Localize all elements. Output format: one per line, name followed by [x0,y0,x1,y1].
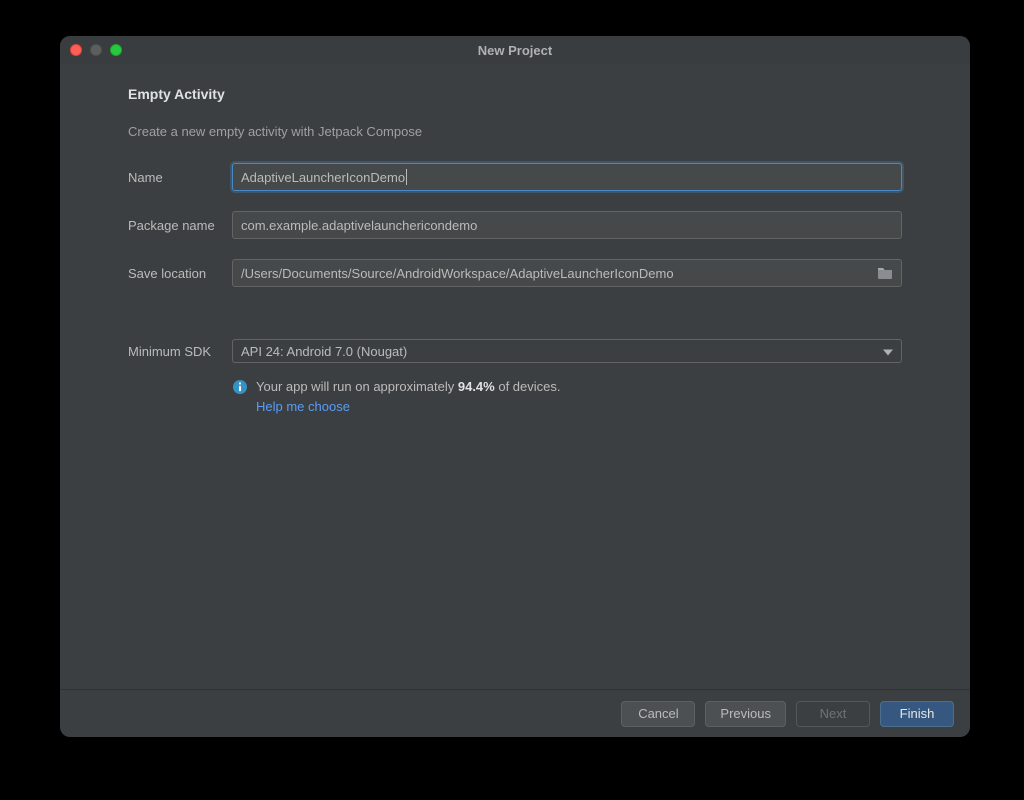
minsdk-label: Minimum SDK [128,344,232,359]
traffic-lights [70,44,122,56]
package-input-value: com.example.adaptivelaunchericondemo [241,218,477,233]
name-label: Name [128,170,232,185]
sdk-info-row: Your app will run on approximately 94.4%… [232,377,902,416]
info-suffix: of devices. [495,379,561,394]
minsdk-select[interactable]: API 24: Android 7.0 (Nougat) [232,339,902,363]
page-subheading: Create a new empty activity with Jetpack… [128,124,902,139]
minsdk-value: API 24: Android 7.0 (Nougat) [241,344,407,359]
package-label: Package name [128,218,232,233]
form: Name AdaptiveLauncherIconDemo Package na… [128,163,902,416]
package-input[interactable]: com.example.adaptivelaunchericondemo [232,211,902,239]
name-input-value: AdaptiveLauncherIconDemo [241,170,405,185]
finish-button[interactable]: Finish [880,701,954,727]
window-title: New Project [478,43,552,58]
location-input[interactable]: /Users/Documents/Source/AndroidWorkspace… [232,259,902,287]
content-area: Empty Activity Create a new empty activi… [60,64,970,689]
previous-button[interactable]: Previous [705,701,786,727]
page-heading: Empty Activity [128,86,902,102]
new-project-dialog: New Project Empty Activity Create a new … [60,36,970,737]
footer: Cancel Previous Next Finish [60,689,970,737]
window-minimize-button[interactable] [90,44,102,56]
name-input[interactable]: AdaptiveLauncherIconDemo [232,163,902,191]
info-icon [232,379,248,398]
sdk-info-text: Your app will run on approximately 94.4%… [256,377,561,416]
cancel-button[interactable]: Cancel [621,701,695,727]
window-maximize-button[interactable] [110,44,122,56]
info-percent: 94.4% [458,379,495,394]
next-button: Next [796,701,870,727]
titlebar: New Project [60,36,970,64]
window-close-button[interactable] [70,44,82,56]
text-caret [406,169,407,185]
help-me-choose-link[interactable]: Help me choose [256,399,350,414]
location-input-value: /Users/Documents/Source/AndroidWorkspace… [241,266,674,281]
location-label: Save location [128,266,232,281]
info-prefix: Your app will run on approximately [256,379,458,394]
browse-folder-icon[interactable] [877,266,893,280]
dropdown-caret-icon [883,344,893,359]
